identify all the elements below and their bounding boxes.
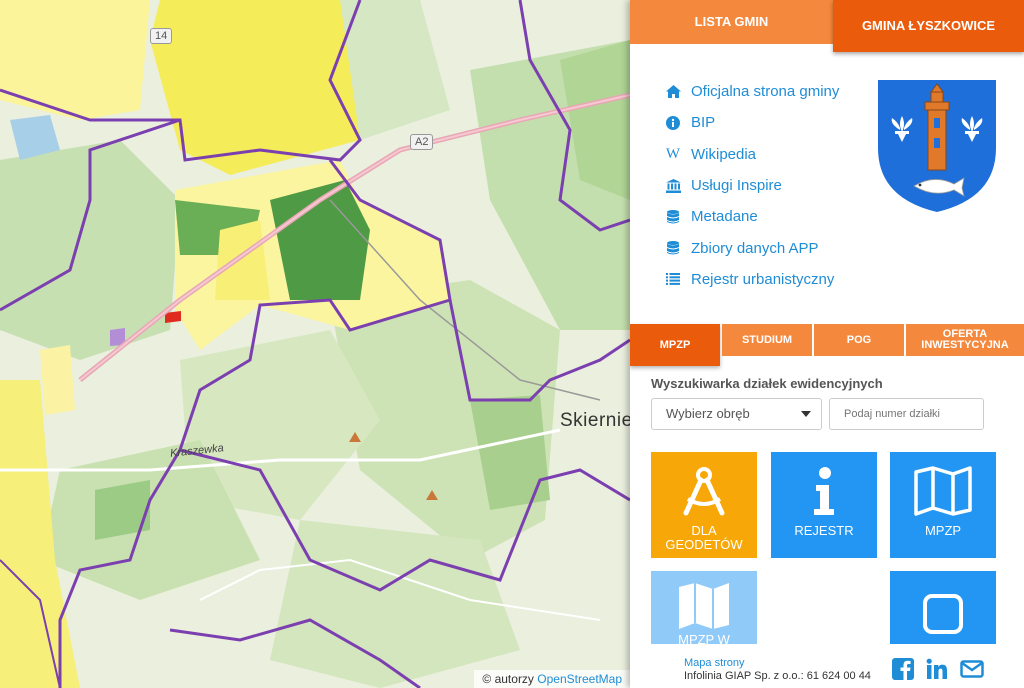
database-icon <box>664 209 682 224</box>
road-label-14: 14 <box>150 28 173 44</box>
search-title: Wyszukiwarka działek ewidencyjnych <box>651 376 883 391</box>
panel-footer: Mapa strony Infolinia GIAP Sp. z o.o.: 6… <box>630 644 1024 688</box>
sitemap-link[interactable]: Mapa strony <box>684 657 745 669</box>
link-label: BIP <box>691 114 716 132</box>
database-icon <box>664 241 682 255</box>
tile-geodeci-line1: DLA <box>691 523 717 538</box>
list-icon <box>664 273 682 286</box>
link-bip[interactable]: BIP <box>664 107 839 138</box>
link-wikipedia[interactable]: W Wikipedia <box>664 139 839 170</box>
tile-rejestr-label: REJESTR <box>794 523 854 538</box>
tile-mpzp-label: MPZP <box>924 523 962 538</box>
link-official-site[interactable]: Oficjalna strona gminy <box>664 76 839 107</box>
side-panel: LISTA GMIN GMINA ŁYSZKOWICE Oficjalna st… <box>630 0 1024 688</box>
info-icon <box>812 466 836 516</box>
wikipedia-icon: W <box>665 145 681 162</box>
link-label: Usługi Inspire <box>691 177 782 195</box>
map-attribution: © autorzy OpenStreetMap <box>474 670 630 688</box>
gmina-links: Oficjalna strona gminy BIP W Wikipedia U… <box>664 76 839 295</box>
tab-oferta-inwestycyjna[interactable]: OFERTA INWESTYCYJNA <box>906 324 1024 356</box>
caret-down-icon <box>801 411 811 417</box>
tab-pog[interactable]: POG <box>814 324 904 356</box>
openstreetmap-link[interactable]: OpenStreetMap <box>537 672 622 686</box>
map-icon <box>914 466 972 516</box>
map-view[interactable]: A2 14 Skiernie Kraszewka © autorzy OpenS… <box>0 0 630 688</box>
mid-tabs: MPZP STUDIUM POG OFERTA INWESTYCYJNA <box>630 324 1024 368</box>
link-label: Oficjalna strona gminy <box>691 83 840 101</box>
tile-dla-geodetow[interactable]: DLA GEODETÓW <box>651 452 757 558</box>
tile-geodeci-line2: GEODETÓW <box>665 537 743 552</box>
info-circle-icon <box>664 115 682 130</box>
link-label: Zbiory danych APP <box>691 239 819 257</box>
compass-icon <box>678 466 730 516</box>
link-label: Metadane <box>691 208 758 226</box>
tab-mpzp[interactable]: MPZP <box>630 324 720 366</box>
map-canvas[interactable] <box>0 0 630 688</box>
tile-mpzp-w[interactable]: MPZP W <box>651 571 757 644</box>
linkedin-icon[interactable] <box>926 658 948 680</box>
tab-gmina[interactable]: GMINA ŁYSZKOWICE <box>833 0 1024 52</box>
bank-icon <box>664 178 682 193</box>
envelope-icon[interactable] <box>960 658 984 680</box>
obreb-select-value: Wybierz obręb <box>666 406 750 421</box>
square-icon <box>922 589 964 639</box>
coat-of-arms <box>876 78 998 214</box>
attribution-prefix: © autorzy <box>482 672 534 686</box>
road-label-a2: A2 <box>410 134 434 150</box>
infolinia-text: Infolinia GIAP Sp. z o.o.: 61 624 00 44 <box>684 670 871 682</box>
tile-mpzp-w-label: MPZP W <box>678 632 730 645</box>
link-rejestr-urbanistyczny[interactable]: Rejestr urbanistyczny <box>664 264 839 295</box>
tile-rejestr[interactable]: REJESTR <box>771 452 877 558</box>
home-icon <box>664 85 682 99</box>
link-uslugi-inspire[interactable]: Usługi Inspire <box>664 170 839 201</box>
link-label: Rejestr urbanistyczny <box>691 270 835 288</box>
tab-studium[interactable]: STUDIUM <box>722 324 812 356</box>
tile-square[interactable] <box>890 571 996 644</box>
link-label: Wikipedia <box>691 145 757 163</box>
city-label: Skiernie <box>560 410 630 431</box>
obreb-select[interactable]: Wybierz obręb <box>651 398 822 430</box>
link-zbiory-danych-app[interactable]: Zbiory danych APP <box>664 232 839 263</box>
link-metadane[interactable]: Metadane <box>664 201 839 232</box>
tile-mpzp[interactable]: MPZP <box>890 452 996 558</box>
tab-oferta-line2: INWESTYCYJNA <box>921 339 1009 351</box>
parcel-number-input[interactable] <box>829 398 984 430</box>
tab-lista-gmin[interactable]: LISTA GMIN <box>630 0 833 44</box>
facebook-icon[interactable] <box>892 658 914 680</box>
top-tabs: LISTA GMIN GMINA ŁYSZKOWICE <box>630 0 1024 52</box>
map-icon <box>677 581 731 631</box>
